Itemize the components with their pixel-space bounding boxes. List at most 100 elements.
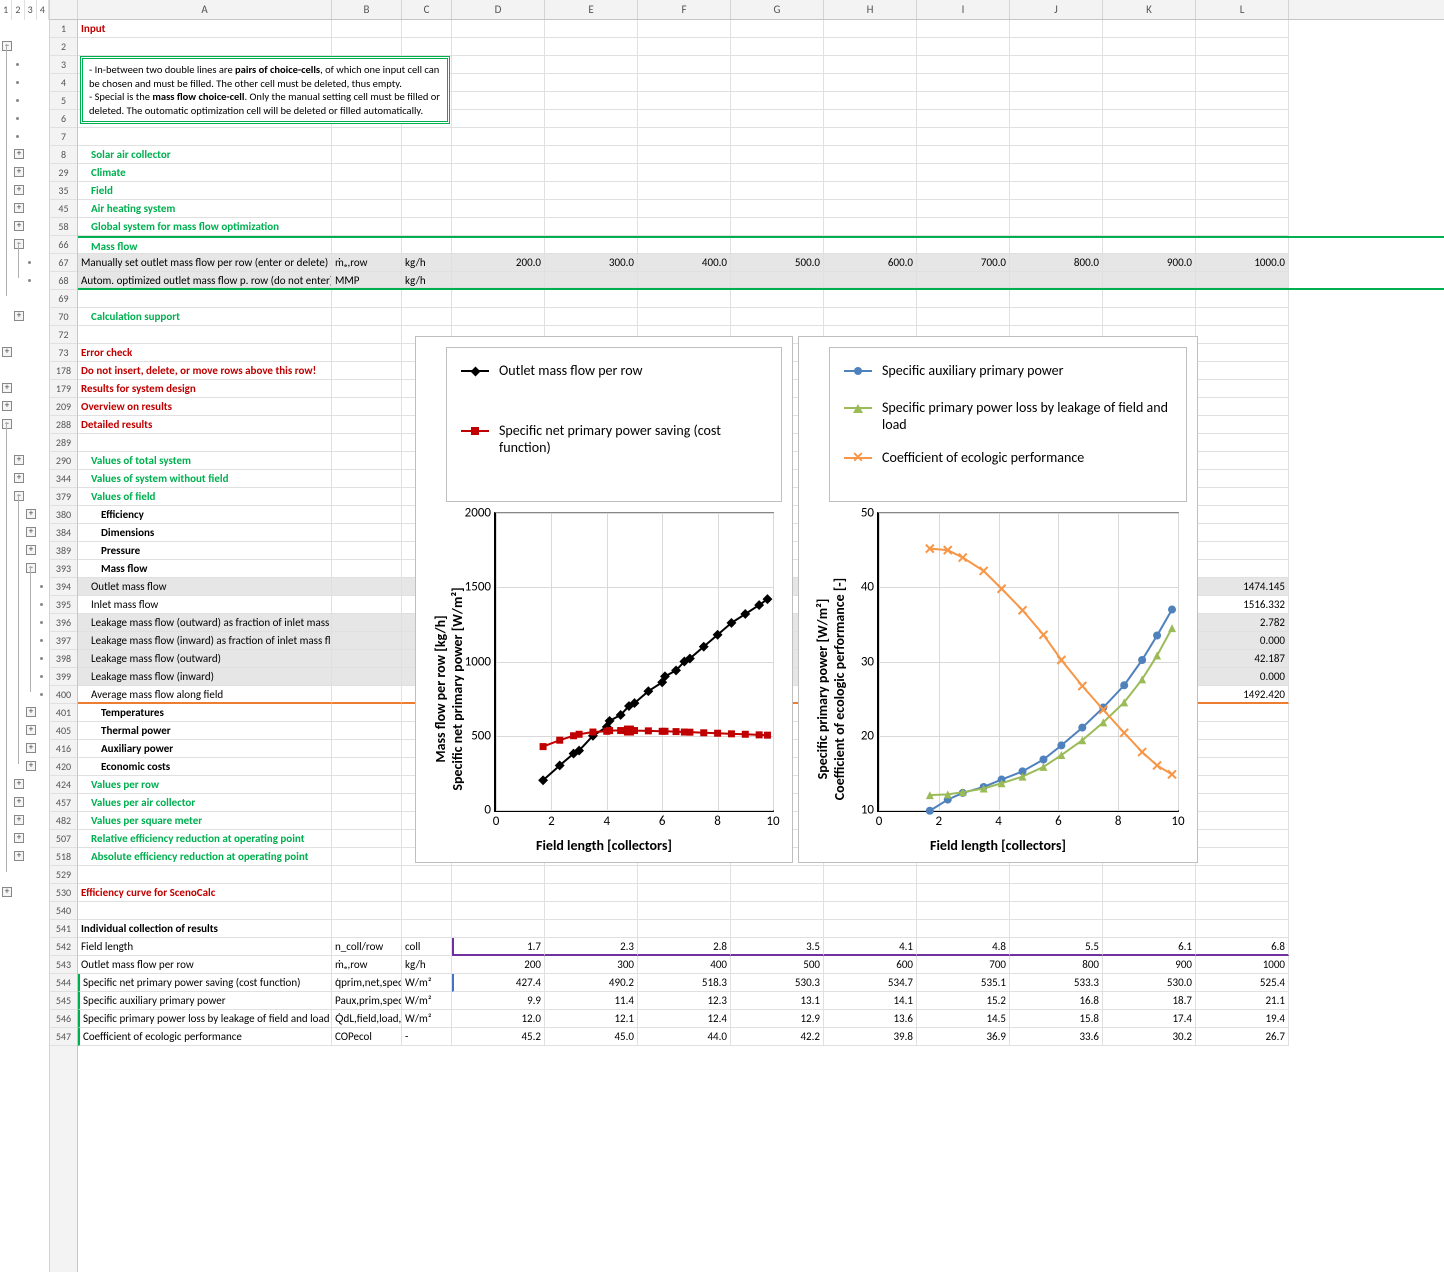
cell[interactable] [1196, 164, 1289, 182]
row-header[interactable]: 379 [50, 488, 77, 506]
cell[interactable] [1010, 238, 1103, 254]
cell[interactable] [332, 308, 402, 326]
cell[interactable]: 4.8 [917, 938, 1010, 956]
cell[interactable] [1196, 794, 1289, 812]
cell[interactable] [1196, 290, 1289, 308]
cell[interactable] [78, 434, 332, 452]
cell[interactable] [402, 884, 452, 902]
row-header[interactable]: 393 [50, 560, 77, 578]
cell[interactable]: 36.9 [917, 1028, 1010, 1046]
row-header[interactable]: 45 [50, 200, 77, 218]
cell[interactable]: 12.3 [638, 992, 731, 1010]
cell[interactable] [452, 182, 545, 200]
cell[interactable] [332, 632, 402, 650]
cell[interactable]: Individual collection of results [78, 920, 332, 938]
cell[interactable] [1103, 902, 1196, 920]
cell[interactable]: 30.2 [1103, 1028, 1196, 1046]
outline-toggle[interactable]: − [2, 41, 12, 51]
cell[interactable]: Error check [78, 344, 332, 362]
cell[interactable]: Input [78, 20, 332, 38]
cell[interactable] [402, 200, 452, 218]
cell[interactable] [917, 74, 1010, 92]
cell[interactable] [332, 740, 402, 758]
outline-toggle[interactable]: + [14, 221, 24, 231]
row-header[interactable]: 529 [50, 866, 77, 884]
row-header[interactable]: 288 [50, 416, 77, 434]
row-header[interactable]: 179 [50, 380, 77, 398]
cell[interactable]: 6.8 [1196, 938, 1289, 956]
row-header[interactable]: 380 [50, 506, 77, 524]
cell[interactable] [1103, 884, 1196, 902]
row-header[interactable]: 544 [50, 974, 77, 992]
cell[interactable]: 700 [917, 956, 1010, 974]
cell[interactable] [638, 164, 731, 182]
cell[interactable]: 16.8 [1010, 992, 1103, 1010]
cell[interactable] [1196, 326, 1289, 344]
cell[interactable]: 0.000 [1196, 632, 1289, 650]
cell[interactable]: Results for system design [78, 380, 332, 398]
cell[interactable]: 400 [638, 956, 731, 974]
cell[interactable] [731, 218, 824, 236]
cell[interactable] [332, 578, 402, 596]
cell[interactable] [332, 686, 402, 704]
row-header[interactable]: 67 [50, 254, 77, 272]
cell[interactable] [545, 238, 638, 254]
cell[interactable] [1103, 290, 1196, 308]
cell[interactable] [731, 902, 824, 920]
cell[interactable]: Temperatures [78, 704, 332, 722]
outline-toggle[interactable]: + [26, 761, 36, 771]
cell[interactable] [1010, 218, 1103, 236]
cell[interactable] [1103, 110, 1196, 128]
cell[interactable]: Climate [78, 164, 332, 182]
cell[interactable] [1103, 200, 1196, 218]
cell[interactable] [452, 146, 545, 164]
cell[interactable] [1010, 272, 1103, 288]
cell[interactable]: Autom. optimized outlet mass flow p. row… [78, 272, 332, 288]
cell[interactable]: Mass flow [78, 238, 332, 254]
row-header[interactable]: 424 [50, 776, 77, 794]
cell[interactable] [1010, 74, 1103, 92]
cell[interactable]: 800.0 [1010, 254, 1103, 272]
cell[interactable] [638, 56, 731, 74]
cell[interactable] [917, 866, 1010, 884]
cell[interactable] [332, 20, 402, 38]
cell[interactable] [78, 290, 332, 308]
cell[interactable] [638, 200, 731, 218]
cell[interactable]: Manually set outlet mass flow per row (e… [78, 254, 332, 272]
cell[interactable] [402, 164, 452, 182]
outline-toggle[interactable]: + [2, 347, 12, 357]
cell[interactable]: 39.8 [824, 1028, 917, 1046]
cell[interactable] [545, 884, 638, 902]
row-header[interactable]: 4 [50, 74, 77, 92]
cell[interactable] [638, 92, 731, 110]
row-header[interactable]: 72 [50, 326, 77, 344]
cell[interactable]: Overview on results [78, 398, 332, 416]
cell[interactable] [824, 218, 917, 236]
cell[interactable] [402, 308, 452, 326]
cell[interactable] [402, 218, 452, 236]
cell[interactable]: 490.2 [545, 974, 638, 992]
cell[interactable] [731, 290, 824, 308]
row-header[interactable]: 8 [50, 146, 77, 164]
cell[interactable] [78, 326, 332, 344]
cell[interactable] [1010, 290, 1103, 308]
cell[interactable]: Calculation support [78, 308, 332, 326]
chart-mass-flow[interactable]: Outlet mass flow per row Specific net pr… [415, 336, 793, 863]
cell[interactable]: Dimensions [78, 524, 332, 542]
col-header-E[interactable]: E [545, 0, 638, 19]
cell[interactable]: Air heating system [78, 200, 332, 218]
cell[interactable]: Solar air collector [78, 146, 332, 164]
cell[interactable] [545, 74, 638, 92]
cell[interactable] [452, 20, 545, 38]
cell[interactable] [638, 308, 731, 326]
cell[interactable] [824, 290, 917, 308]
row-header[interactable]: 396 [50, 614, 77, 632]
row-header[interactable]: 482 [50, 812, 77, 830]
outline-toggle[interactable]: + [14, 185, 24, 195]
cell[interactable]: 800 [1010, 956, 1103, 974]
cell[interactable]: 530.3 [731, 974, 824, 992]
cell[interactable] [1103, 74, 1196, 92]
row-header[interactable]: 389 [50, 542, 77, 560]
row-header[interactable]: 541 [50, 920, 77, 938]
cell[interactable] [452, 200, 545, 218]
